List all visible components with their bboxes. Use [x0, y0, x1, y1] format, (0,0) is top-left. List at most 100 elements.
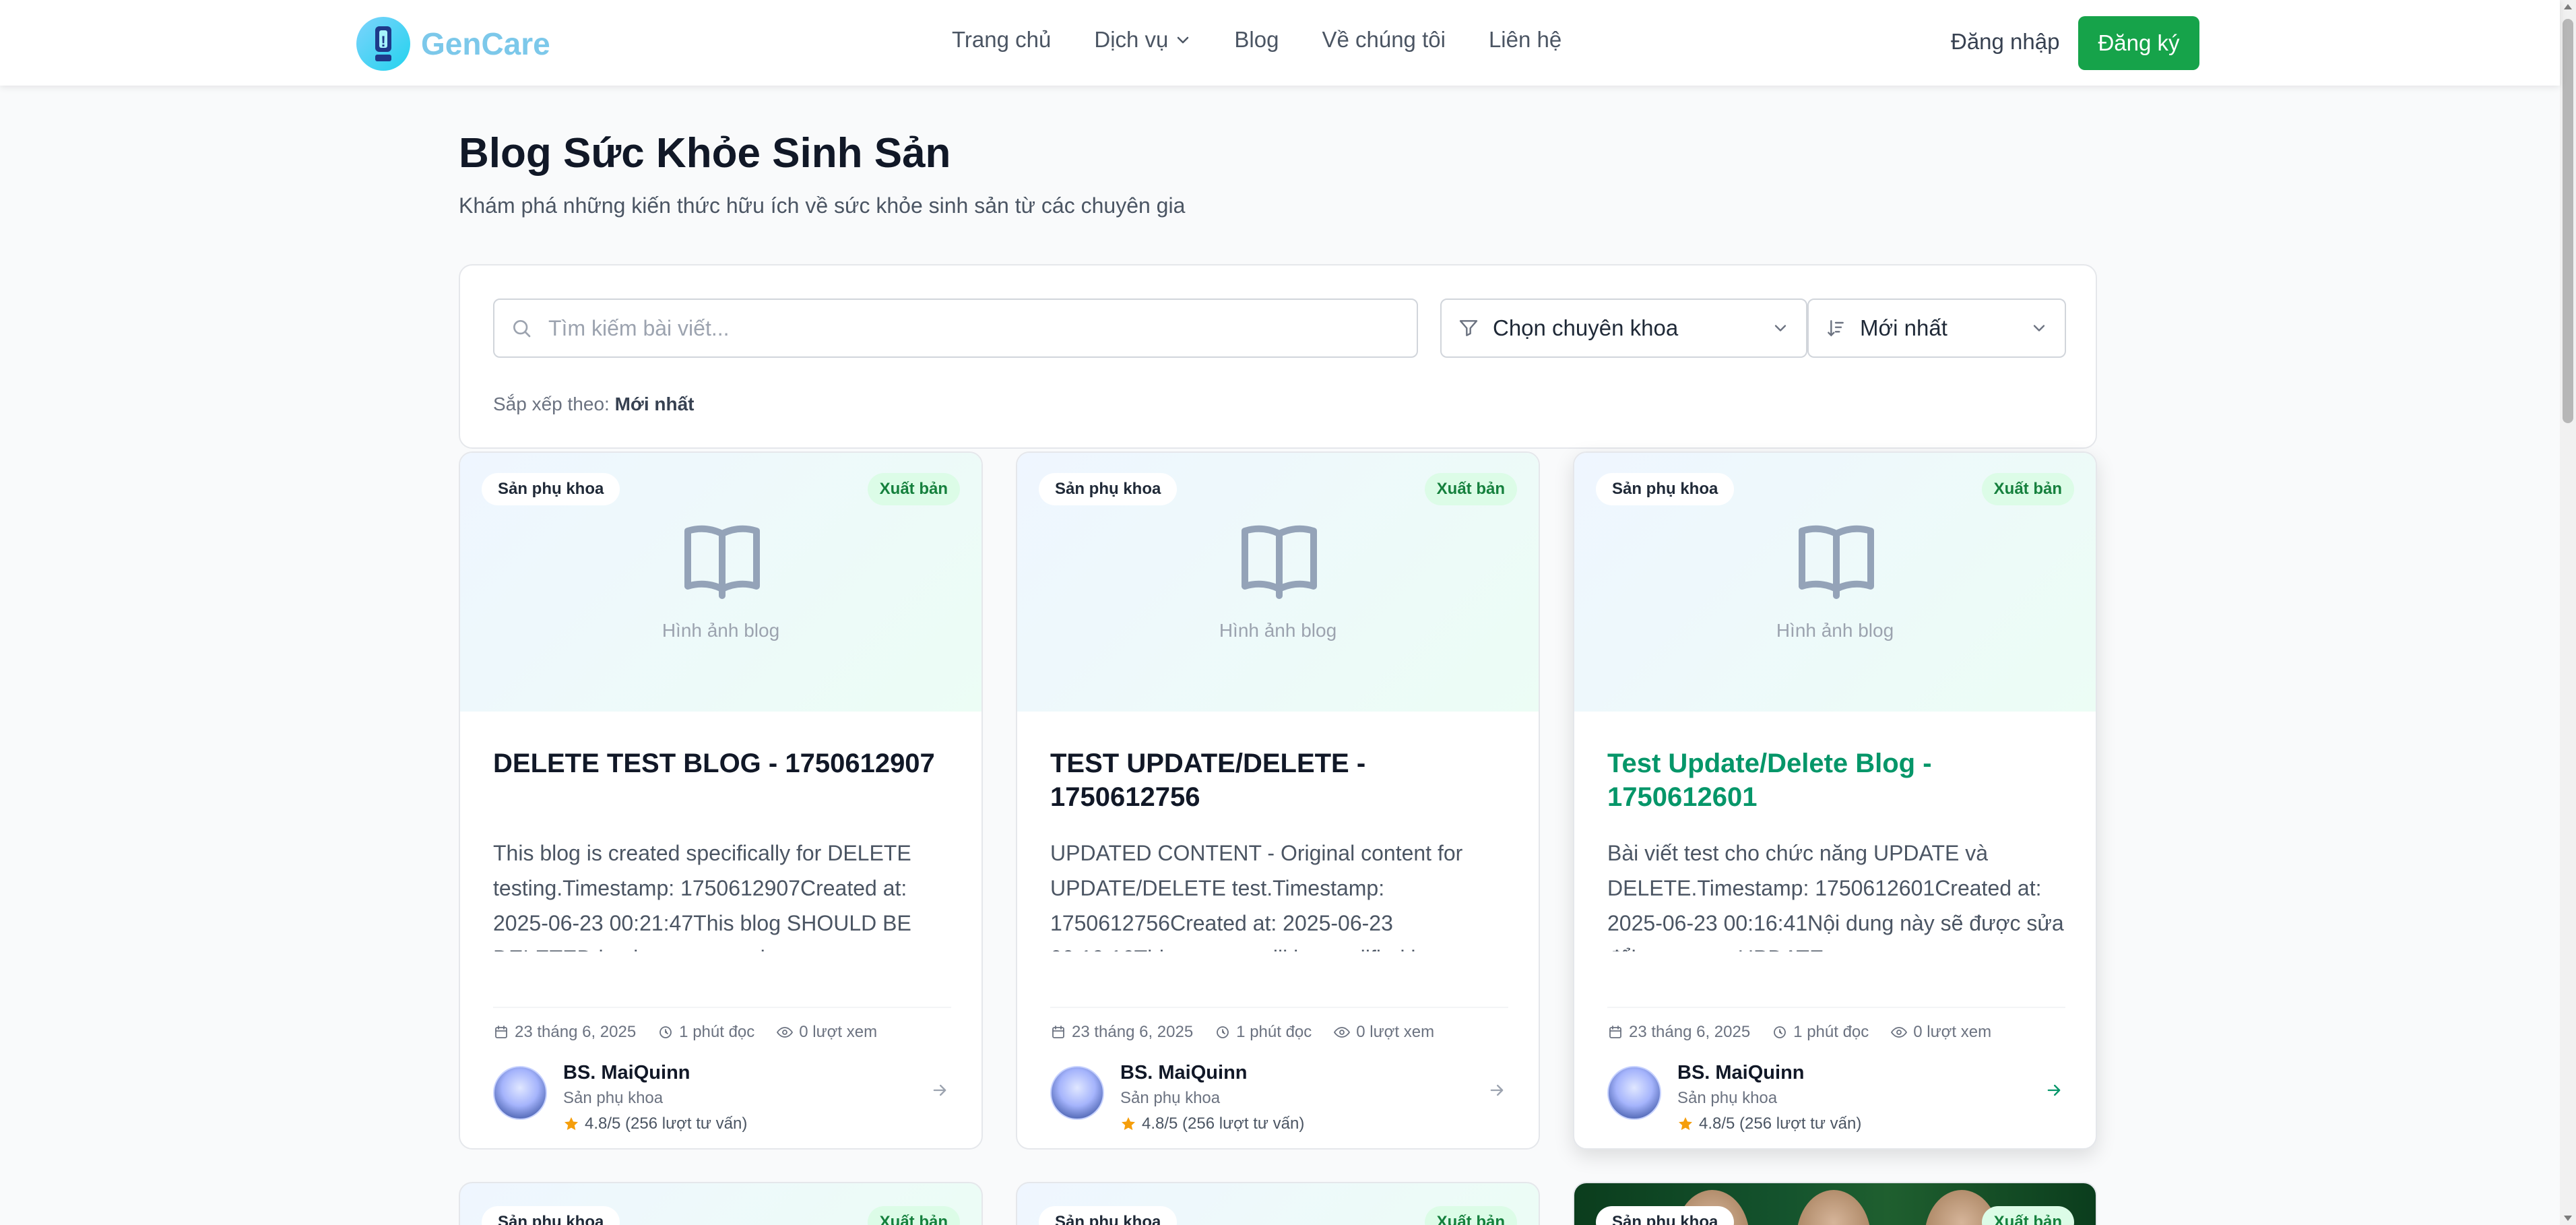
- category-badge: Sản phụ khoa: [1596, 473, 1735, 505]
- search-icon: [513, 320, 531, 338]
- nav-about[interactable]: Về chúng tôi: [1322, 27, 1445, 53]
- read-time: 1 phút đọc: [1215, 1023, 1312, 1042]
- divider: [1607, 1007, 2065, 1008]
- clock-icon: [1217, 1026, 1229, 1038]
- status-badge: Xuất bản: [867, 1206, 960, 1225]
- blog-card[interactable]: Sản phụ khoa Xuất bản: [1016, 1182, 1540, 1225]
- author-rating-text: 4.8/5 (256 lượt tư vấn): [585, 1114, 748, 1133]
- blog-card-title[interactable]: DELETE TEST BLOG - 1750612907: [493, 747, 958, 780]
- blog-card-image[interactable]: Sản phụ khoa Xuất bản Hình ảnh blog: [460, 453, 981, 712]
- blog-card[interactable]: Sản phụ khoa Xuất bản Hình ảnh blog Test Up…: [1573, 451, 2097, 1150]
- login-link[interactable]: Đăng nhập: [1951, 29, 2059, 55]
- blog-card[interactable]: Sản phụ khoa Xuất bản Hình ảnh blog DELETE …: [459, 451, 983, 1150]
- read-time-text: 1 phút đọc: [679, 1023, 755, 1041]
- status-badge: Xuất bản: [1424, 1206, 1517, 1225]
- author-rating-text: 4.8/5 (256 lượt tư vấn): [1142, 1114, 1305, 1133]
- read-time: 1 phút đọc: [1772, 1023, 1869, 1042]
- page-subtitle: Khám phá những kiến thức hữu ích về sức …: [459, 193, 1186, 218]
- sort-note-value: Mới nhất: [614, 394, 695, 414]
- page-scrollbar[interactable]: [2560, 0, 2576, 1225]
- svg-text:!: !: [381, 33, 385, 50]
- blog-card-meta: 23 tháng 6, 2025 1 phút đọc 0 lượt xem: [493, 1023, 899, 1042]
- scrollbar-thumb[interactable]: [2563, 19, 2573, 423]
- photo-person: [1797, 1190, 1871, 1225]
- read-time-text: 1 phút đọc: [1793, 1023, 1869, 1041]
- publish-date: 23 tháng 6, 2025: [493, 1023, 636, 1042]
- specialty-select[interactable]: Chọn chuyên khoa: [1440, 299, 1807, 358]
- read-time: 1 phút đọc: [657, 1023, 754, 1042]
- star-icon: [565, 1117, 578, 1131]
- category-badge: Sản phụ khoa: [1039, 1206, 1178, 1225]
- author-name[interactable]: BS. MaiQuinn: [563, 1062, 690, 1084]
- publish-date-text: 23 tháng 6, 2025: [1072, 1023, 1194, 1041]
- arrow-right-icon[interactable]: [2044, 1081, 2063, 1100]
- blog-card-title[interactable]: Test Update/Delete Blog - 1750612601: [1607, 747, 2072, 814]
- main-nav: Trang chủ Dịch vụ Blog Về chúng tôi Liên…: [952, 27, 1561, 53]
- author-specialty: Sản phụ khoa: [1120, 1089, 1221, 1107]
- scroll-up-arrow-icon[interactable]: [2564, 4, 2572, 9]
- author-rating: 4.8/5 (256 lượt tư vấn): [1677, 1114, 1861, 1133]
- view-count: 0 lượt xem: [1890, 1023, 1991, 1042]
- sort-select-value: Mới nhất: [1860, 315, 1947, 340]
- author-name[interactable]: BS. MaiQuinn: [1120, 1062, 1248, 1084]
- author-rating: 4.8/5 (256 lượt tư vấn): [563, 1114, 747, 1133]
- arrow-right-icon[interactable]: [1487, 1081, 1506, 1100]
- view-count-text: 0 lượt xem: [1913, 1023, 1992, 1041]
- blog-card-meta: 23 tháng 6, 2025 1 phút đọc 0 lượt xem: [1050, 1023, 1456, 1042]
- clock-icon: [1774, 1026, 1786, 1038]
- status-badge: Xuất bản: [1981, 1206, 2074, 1225]
- signup-button[interactable]: Đăng ký: [2078, 16, 2199, 70]
- view-count-text: 0 lượt xem: [799, 1023, 878, 1041]
- category-badge: Sản phụ khoa: [1039, 473, 1178, 505]
- author-avatar[interactable]: [493, 1066, 547, 1120]
- blog-card[interactable]: Sản phụ khoa Xuất bản: [459, 1182, 983, 1225]
- specialty-select-value: Chọn chuyên khoa: [1493, 315, 1679, 340]
- blog-card[interactable]: Sản phụ khoa Xuất bản: [1573, 1182, 2097, 1225]
- eye-icon: [1891, 1027, 1908, 1038]
- image-placeholder-caption: Hình ảnh blog: [1776, 620, 1894, 641]
- image-placeholder-caption: Hình ảnh blog: [662, 620, 780, 641]
- chevron-down-icon: [1774, 325, 1786, 332]
- star-icon: [1679, 1117, 1692, 1131]
- sort-note-label: Sắp xếp theo:: [493, 394, 610, 414]
- sort-select[interactable]: Mới nhất: [1807, 299, 2066, 358]
- blog-card-title[interactable]: TEST UPDATE/DELETE - 1750612756: [1050, 747, 1515, 814]
- publish-date: 23 tháng 6, 2025: [1607, 1023, 1750, 1042]
- search-placeholder: Tìm kiếm bài viết...: [548, 315, 730, 340]
- brand-name: GenCare: [421, 26, 550, 61]
- blog-card-excerpt: Bài viết test cho chức năng UPDATE và DE…: [1607, 841, 2064, 951]
- brand-logo[interactable]: ! GenCare: [356, 17, 550, 71]
- divider: [1050, 1007, 1508, 1008]
- author-avatar[interactable]: [1050, 1066, 1104, 1120]
- filter-panel: Tìm kiếm bài viết... Chọn chuyên khoa Mớ…: [459, 264, 2097, 449]
- blog-card[interactable]: Sản phụ khoa Xuất bản Hình ảnh blog TEST UP…: [1016, 451, 1540, 1150]
- view-count: 0 lượt xem: [776, 1023, 877, 1042]
- blog-card-image[interactable]: Sản phụ khoa Xuất bản Hình ảnh blog: [1017, 453, 1539, 712]
- author-name[interactable]: BS. MaiQuinn: [1677, 1062, 1805, 1084]
- nav-services[interactable]: Dịch vụ: [1094, 27, 1191, 53]
- nav-services-label: Dịch vụ: [1094, 27, 1169, 52]
- nav-blog[interactable]: Blog: [1234, 27, 1279, 53]
- image-placeholder-caption: Hình ảnh blog: [1219, 620, 1337, 641]
- sort-note: Sắp xếp theo: Mới nhất: [493, 394, 695, 415]
- nav-contact[interactable]: Liên hệ: [1489, 27, 1561, 53]
- chevron-down-icon: [1178, 36, 1189, 44]
- status-badge: Xuất bản: [1981, 473, 2074, 505]
- category-badge: Sản phụ khoa: [1596, 1206, 1735, 1225]
- blog-card-excerpt: UPDATED CONTENT - Original content for U…: [1050, 841, 1463, 951]
- scroll-down-arrow-icon[interactable]: [2564, 1216, 2572, 1221]
- author-rating-text: 4.8/5 (256 lượt tư vấn): [1699, 1114, 1862, 1133]
- nav-home[interactable]: Trang chủ: [952, 27, 1051, 53]
- search-input[interactable]: Tìm kiếm bài viết...: [493, 299, 1418, 358]
- book-open-icon: [1799, 525, 1874, 599]
- status-badge: Xuất bản: [867, 473, 960, 505]
- author-avatar[interactable]: [1607, 1066, 1661, 1120]
- arrow-right-icon[interactable]: [930, 1081, 949, 1100]
- calendar-icon: [1052, 1026, 1064, 1038]
- blog-card-excerpt: This blog is created specifically for DE…: [493, 841, 911, 951]
- blog-card-meta: 23 tháng 6, 2025 1 phút đọc 0 lượt xem: [1607, 1023, 2013, 1042]
- blog-card-image[interactable]: Sản phụ khoa Xuất bản Hình ảnh blog: [1574, 453, 2096, 712]
- author-specialty: Sản phụ khoa: [563, 1089, 664, 1107]
- view-count: 0 lượt xem: [1333, 1023, 1434, 1042]
- sort-icon: [1828, 320, 1844, 337]
